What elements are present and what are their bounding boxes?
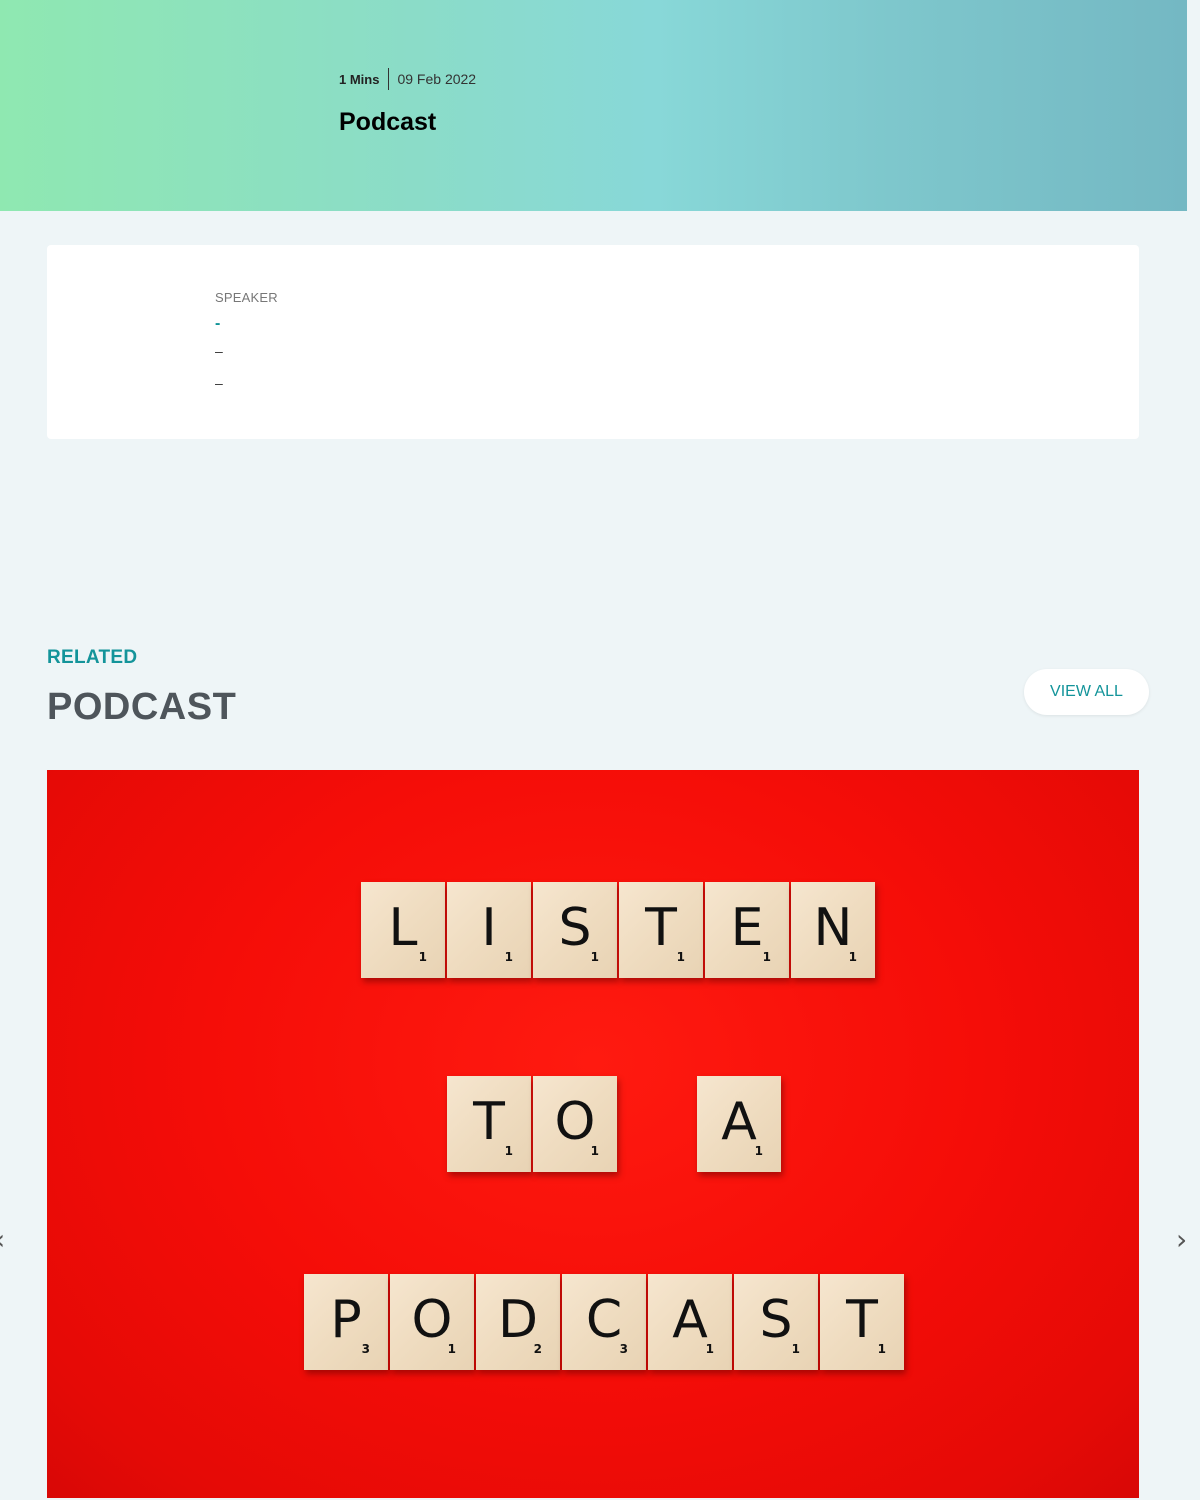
tile-score: 2 xyxy=(533,1342,542,1356)
scrabble-tile: L1 xyxy=(361,882,445,978)
tile-letter: D xyxy=(497,1290,539,1350)
tile-score: 1 xyxy=(504,950,513,964)
scrabble-tile: T1 xyxy=(820,1274,904,1370)
tile-score: 1 xyxy=(504,1144,513,1158)
duration-text: 1 Mins xyxy=(339,71,380,87)
tile-row-podcast: P3O1D2C3A1S1T1 xyxy=(304,1274,906,1370)
tile-score: 1 xyxy=(447,1342,456,1356)
tile-score: 3 xyxy=(619,1342,628,1356)
scrollbar-gutter xyxy=(1187,0,1200,1500)
scrabble-tile: P3 xyxy=(304,1274,388,1370)
meta-divider xyxy=(388,68,390,90)
tile-score: 3 xyxy=(361,1342,370,1356)
tile-letter: O xyxy=(411,1290,453,1350)
page-title: Podcast xyxy=(339,108,437,136)
scrabble-tile: T1 xyxy=(447,1076,531,1172)
tile-score: 1 xyxy=(590,1144,599,1158)
scrabble-tile: T1 xyxy=(619,882,703,978)
view-all-button[interactable]: VIEW ALL xyxy=(1024,669,1149,715)
speaker-title: – xyxy=(215,343,223,359)
tile-score: 1 xyxy=(754,1144,763,1158)
tile-letter: L xyxy=(388,898,418,958)
scrabble-tile: A1 xyxy=(648,1274,732,1370)
scrabble-tile: N1 xyxy=(791,882,875,978)
tile-score: 1 xyxy=(590,950,599,964)
tile-score: 1 xyxy=(791,1342,800,1356)
chevron-left-icon[interactable]: ‹ xyxy=(0,1225,10,1255)
tile-letter: T xyxy=(473,1092,505,1152)
speaker-organization: – xyxy=(215,375,223,391)
tile-letter: T xyxy=(846,1290,878,1350)
scrabble-tile: S1 xyxy=(533,882,617,978)
tile-letter: E xyxy=(730,898,764,958)
scrabble-tile: A1 xyxy=(697,1076,781,1172)
tile-score: 1 xyxy=(705,1342,714,1356)
scrabble-tile: O1 xyxy=(533,1076,617,1172)
publish-date: 09 Feb 2022 xyxy=(397,71,477,87)
tile-letter: I xyxy=(481,898,497,958)
speaker-card: SPEAKER - – – xyxy=(47,245,1139,439)
scrabble-tile: E1 xyxy=(705,882,789,978)
podcast-card-image[interactable]: L1I1S1T1E1N1 T1O1A1 P3O1D2C3A1S1T1 xyxy=(47,770,1139,1498)
tile-row-to-a: T1O1A1 xyxy=(447,1076,783,1172)
scrabble-tile: I1 xyxy=(447,882,531,978)
tile-letter: O xyxy=(554,1092,596,1152)
scrabble-tile: D2 xyxy=(476,1274,560,1370)
scrabble-tile: O1 xyxy=(390,1274,474,1370)
related-eyebrow: RELATED xyxy=(47,647,138,668)
speaker-label: SPEAKER xyxy=(215,290,278,305)
article-meta: 1 Mins 09 Feb 2022 xyxy=(339,68,476,90)
scrabble-tile: S1 xyxy=(734,1274,818,1370)
section-title: PODCAST xyxy=(47,686,237,728)
tile-letter: C xyxy=(585,1290,623,1350)
speaker-name[interactable]: - xyxy=(215,315,220,333)
tile-score: 1 xyxy=(676,950,685,964)
tile-score: 1 xyxy=(762,950,771,964)
tile-letter: P xyxy=(330,1290,362,1350)
tile-letter: A xyxy=(672,1290,708,1350)
hero-banner: 1 Mins 09 Feb 2022 Podcast xyxy=(0,0,1187,211)
tile-letter: T xyxy=(645,898,677,958)
tile-letter: S xyxy=(558,898,592,958)
chevron-right-icon[interactable]: › xyxy=(1176,1225,1192,1255)
tile-letter: A xyxy=(721,1092,757,1152)
tile-score: 1 xyxy=(418,950,427,964)
tile-row-listen: L1I1S1T1E1N1 xyxy=(361,882,877,978)
scrabble-tile: C3 xyxy=(562,1274,646,1370)
tile-score: 1 xyxy=(848,950,857,964)
tile-score: 1 xyxy=(877,1342,886,1356)
tile-letter: N xyxy=(813,898,853,958)
tile-letter: S xyxy=(759,1290,793,1350)
